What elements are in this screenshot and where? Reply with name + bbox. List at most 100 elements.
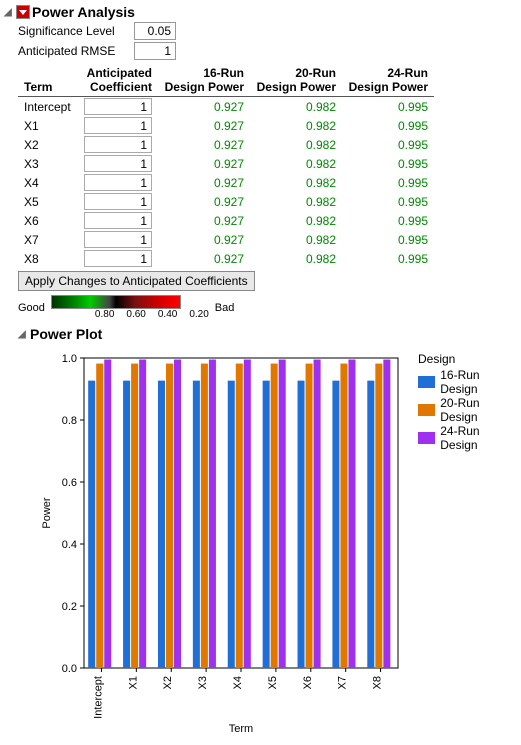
term-cell: X3 [18, 154, 78, 173]
coef-input[interactable] [84, 98, 152, 115]
power-20: 0.982 [250, 116, 342, 135]
svg-text:0.8: 0.8 [62, 415, 77, 427]
col-term: Term [18, 64, 78, 97]
power-table: Term AnticipatedCoefficient 16-RunDesign… [18, 64, 434, 268]
rmse-label: Anticipated RMSE [18, 44, 128, 58]
table-row: X7 0.9270.9820.995 [18, 230, 434, 249]
significance-row: Significance Level [18, 22, 517, 40]
svg-text:0.6: 0.6 [62, 477, 77, 489]
legend-swatch [418, 404, 435, 416]
power-16: 0.927 [158, 135, 250, 154]
legend-label: 20-Run Design [440, 396, 517, 424]
coef-input[interactable] [84, 117, 152, 134]
power-20: 0.982 [250, 249, 342, 268]
significance-input[interactable] [134, 22, 176, 40]
svg-text:0.0: 0.0 [62, 663, 77, 675]
power-analysis-header: ◢ Power Analysis [4, 4, 517, 20]
col-16run: 16-RunDesign Power [158, 64, 250, 97]
legend-item: 16-Run Design [418, 368, 517, 396]
power-16: 0.927 [158, 173, 250, 192]
gradient-bar [51, 295, 181, 309]
legend-label: 24-Run Design [440, 424, 517, 452]
power-24: 0.995 [342, 135, 434, 154]
legend-swatch [418, 432, 435, 444]
power-24: 0.995 [342, 230, 434, 249]
coef-input[interactable] [84, 136, 152, 153]
power-16: 0.927 [158, 230, 250, 249]
power-20: 0.982 [250, 230, 342, 249]
apply-button[interactable]: Apply Changes to Anticipated Coefficient… [18, 271, 255, 291]
power-16: 0.927 [158, 154, 250, 173]
legend-label: 16-Run Design [440, 368, 517, 396]
coef-input[interactable] [84, 250, 152, 267]
power-16: 0.927 [158, 97, 250, 117]
term-cell: X7 [18, 230, 78, 249]
legend-title: Design [418, 352, 517, 366]
term-cell: X5 [18, 192, 78, 211]
gradient-good-label: Good [18, 302, 45, 314]
term-cell: X8 [18, 249, 78, 268]
svg-text:X7: X7 [337, 676, 349, 689]
svg-text:Power: Power [41, 497, 53, 529]
svg-text:0.2: 0.2 [62, 601, 77, 613]
power-24: 0.995 [342, 192, 434, 211]
term-cell: X6 [18, 211, 78, 230]
term-cell: X1 [18, 116, 78, 135]
coef-input[interactable] [84, 231, 152, 248]
gradient-ticks: 0.80 0.60 0.40 0.20 [95, 309, 209, 320]
chart-legend: Design 16-Run Design20-Run Design24-Run … [418, 352, 517, 452]
power-plot-title: Power Plot [30, 326, 102, 342]
svg-text:Intercept: Intercept [92, 676, 104, 719]
disclosure-triangle-icon[interactable]: ◢ [4, 7, 14, 18]
power-24: 0.995 [342, 173, 434, 192]
power-20: 0.982 [250, 192, 342, 211]
svg-text:1.0: 1.0 [62, 353, 77, 365]
power-24: 0.995 [342, 249, 434, 268]
svg-text:Term: Term [229, 723, 253, 735]
power-24: 0.995 [342, 211, 434, 230]
table-row: X8 0.9270.9820.995 [18, 249, 434, 268]
rmse-input[interactable] [134, 42, 176, 60]
table-row: X50.9270.9820.995 [18, 192, 434, 211]
power-20: 0.982 [250, 173, 342, 192]
table-row: X6 0.9270.9820.995 [18, 211, 434, 230]
power-20: 0.982 [250, 154, 342, 173]
svg-text:X1: X1 [127, 676, 139, 689]
power-analysis-title: Power Analysis [32, 4, 135, 20]
col-coef: AnticipatedCoefficient [78, 64, 158, 97]
svg-text:X6: X6 [302, 676, 314, 689]
legend-item: 20-Run Design [418, 396, 517, 424]
table-row: Intercept 0.9270.9820.995 [18, 97, 434, 117]
power-16: 0.927 [158, 249, 250, 268]
power-20: 0.982 [250, 211, 342, 230]
power-20: 0.982 [250, 135, 342, 154]
power-16: 0.927 [158, 211, 250, 230]
hotspot-menu-icon[interactable] [16, 5, 30, 19]
coef-input[interactable] [84, 155, 152, 172]
svg-text:X4: X4 [232, 676, 244, 689]
power-20: 0.982 [250, 97, 342, 117]
coef-input[interactable] [84, 174, 152, 191]
term-cell: Intercept [18, 97, 78, 117]
svg-text:X2: X2 [162, 676, 174, 689]
svg-text:0.4: 0.4 [62, 539, 77, 551]
col-20run: 20-RunDesign Power [250, 64, 342, 97]
svg-text:X3: X3 [197, 676, 209, 689]
term-cell: X4 [18, 173, 78, 192]
legend-item: 24-Run Design [418, 424, 517, 452]
power-24: 0.995 [342, 154, 434, 173]
rmse-row: Anticipated RMSE [18, 42, 517, 60]
table-row: X4 0.9270.9820.995 [18, 173, 434, 192]
coef-input[interactable] [84, 193, 152, 210]
table-row: X3 0.9270.9820.995 [18, 154, 434, 173]
col-24run: 24-RunDesign Power [342, 64, 434, 97]
disclosure-triangle-icon[interactable]: ◢ [18, 329, 28, 340]
coef-input[interactable] [84, 212, 152, 229]
power-24: 0.995 [342, 116, 434, 135]
power-24: 0.995 [342, 97, 434, 117]
power-chart: 0.0 0.2 0.4 0.6 0.8 1.0 Power Intercept X1 X2 X3 X4… [36, 348, 406, 741]
power-plot-header: ◢ Power Plot [18, 326, 517, 342]
gradient-legend: Good 0.80 0.60 0.40 0.20 Bad [18, 295, 517, 320]
table-row: X20.9270.9820.995 [18, 135, 434, 154]
gradient-bad-label: Bad [215, 302, 235, 314]
